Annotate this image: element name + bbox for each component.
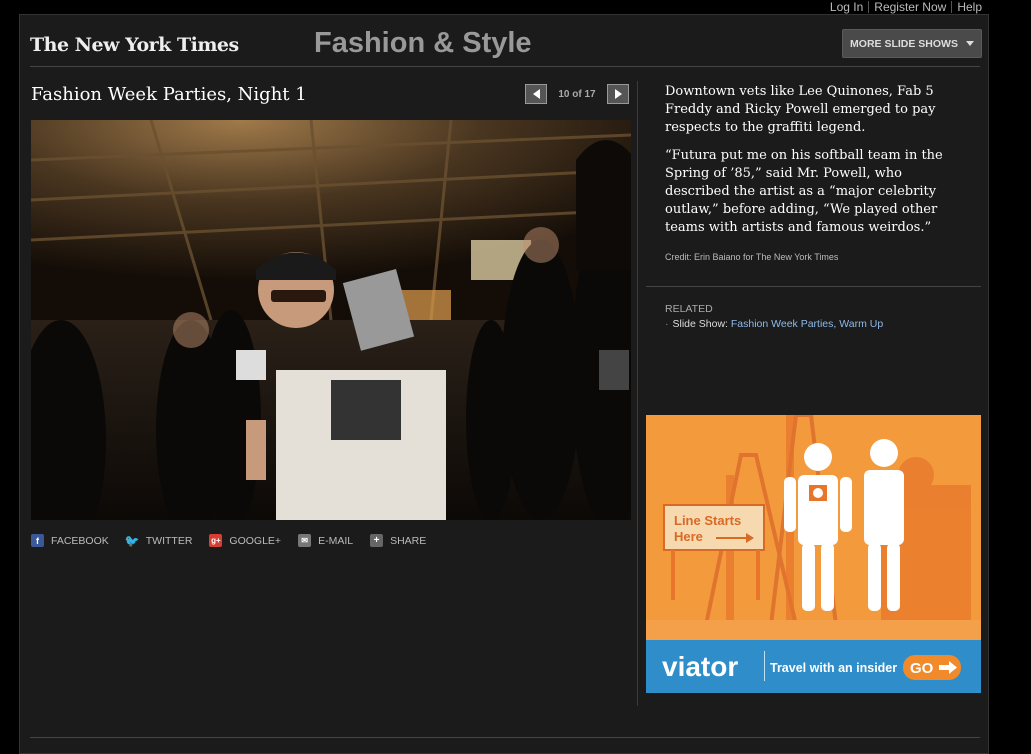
arrow-right-icon [614, 89, 622, 99]
viator-ad-graphic: Line Starts Here viator Travel with an i… [646, 415, 981, 693]
slide-pager: 10 of 17 [525, 84, 629, 104]
top-links: Log In Register Now Help [825, 0, 987, 14]
go-button-label: GO [910, 660, 934, 677]
email-share[interactable]: ✉ E-MAIL [298, 534, 353, 547]
plus-icon: + [370, 534, 384, 547]
slideshow-frame: The New York Times Fashion & Style MORE … [19, 14, 989, 754]
related-heading: RELATED [665, 303, 713, 315]
help-link[interactable]: Help [952, 0, 987, 14]
more-slideshows-button[interactable]: MORE SLIDE SHOWS [842, 29, 982, 58]
next-slide-button[interactable] [607, 84, 629, 104]
slide-photo [31, 120, 631, 520]
previous-slide-button[interactable] [525, 84, 547, 104]
bullet: · [665, 318, 669, 330]
slide-counter: 10 of 17 [558, 88, 596, 100]
sign-text-line2: Here [674, 529, 703, 544]
chevron-down-icon [965, 41, 974, 46]
google-plus-label: GOOGLE+ [229, 534, 282, 547]
header-divider [30, 66, 980, 67]
related-item: · Slide Show: Fashion Week Parties, Warm … [665, 318, 883, 330]
arrow-left-icon [532, 89, 540, 99]
email-label: E-MAIL [318, 534, 354, 547]
email-icon: ✉ [298, 534, 312, 547]
google-plus-icon: g+ [209, 534, 223, 547]
section-title: Fashion & Style [314, 27, 532, 59]
column-divider [637, 81, 638, 706]
more-slideshows-label: MORE SLIDE SHOWS [850, 37, 958, 50]
party-photo-illustration [31, 120, 631, 520]
twitter-icon: 🐦 [124, 533, 140, 548]
slide-caption: Downtown vets like Lee Quinones, Fab 5 F… [665, 83, 965, 247]
twitter-share[interactable]: 🐦 TWITTER [124, 533, 193, 548]
google-plus-share[interactable]: g+ GOOGLE+ [209, 534, 281, 547]
footer-divider [30, 737, 980, 738]
viator-ad[interactable]: Line Starts Here viator Travel with an i… [646, 415, 981, 693]
register-link[interactable]: Register Now [869, 0, 951, 14]
facebook-share[interactable]: f FACEBOOK [31, 534, 109, 547]
slide-title: Fashion Week Parties, Night 1 [31, 84, 307, 105]
login-link[interactable]: Log In [825, 0, 868, 14]
facebook-icon: f [31, 534, 44, 547]
facebook-label: FACEBOOK [51, 534, 109, 547]
sign-text-line1: Line Starts [674, 513, 741, 528]
caption-paragraph: “Futura put me on his softball team in t… [665, 148, 943, 235]
twitter-label: TWITTER [145, 534, 193, 547]
share-label: SHARE [390, 534, 427, 547]
share-bar: f FACEBOOK 🐦 TWITTER g+ GOOGLE+ ✉ E-MAIL… [31, 533, 443, 548]
viator-logo: viator [662, 651, 738, 682]
sidebar-divider [646, 286, 981, 287]
related-prefix: Slide Show: [672, 318, 728, 330]
photo-credit: Credit: Erin Baiano for The New York Tim… [665, 252, 839, 262]
related-slideshow-link[interactable]: Fashion Week Parties, Warm Up [731, 318, 883, 330]
more-share[interactable]: + SHARE [370, 534, 426, 547]
caption-paragraph: Downtown vets like Lee Quinones, Fab 5 F… [665, 84, 936, 135]
ad-tagline: Travel with an insider [770, 661, 897, 675]
nyt-logo[interactable]: The New York Times [30, 34, 239, 56]
